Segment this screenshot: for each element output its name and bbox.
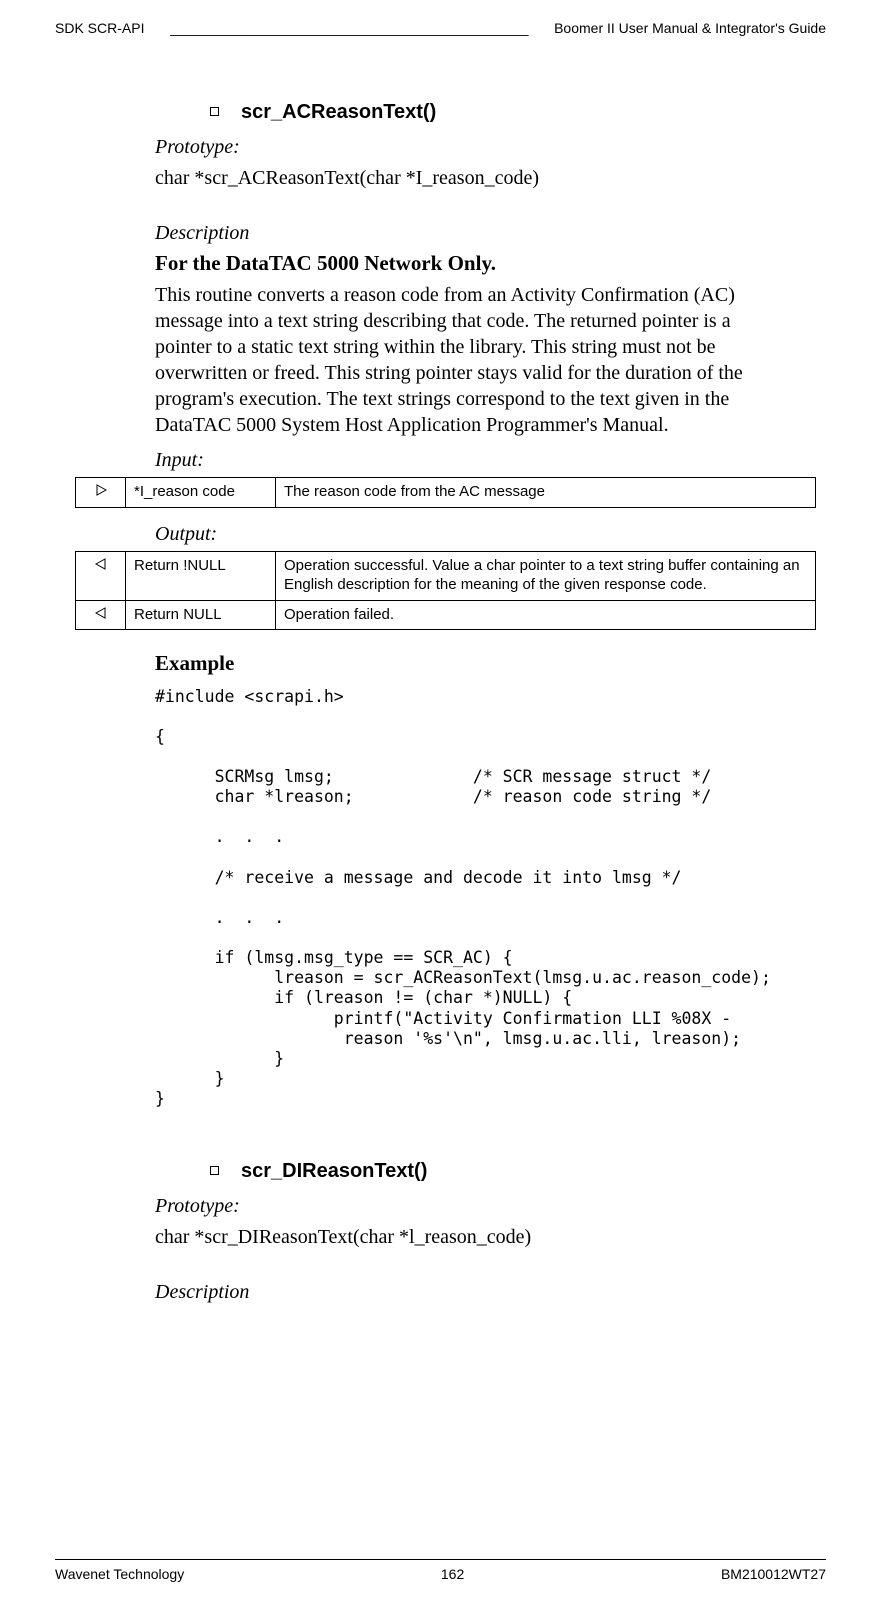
square-bullet-icon bbox=[210, 107, 219, 116]
page: SDK SCR-API Boomer II User Manual & Inte… bbox=[0, 0, 881, 1604]
section-heading-row: scr_DIReasonText() bbox=[210, 1159, 776, 1184]
table-row: Return NULL Operation failed. bbox=[76, 600, 816, 630]
prototype-text: char *scr_ACReasonText(char *I_reason_co… bbox=[155, 166, 776, 191]
param-name: Return NULL bbox=[126, 600, 276, 630]
footer-center: 162 bbox=[441, 1566, 464, 1582]
param-desc: The reason code from the AC message bbox=[276, 478, 816, 508]
description-label: Description bbox=[155, 1280, 776, 1305]
input-table: *I_reason code The reason code from the … bbox=[75, 477, 816, 508]
param-name: *I_reason code bbox=[126, 478, 276, 508]
page-header: SDK SCR-API Boomer II User Manual & Inte… bbox=[55, 20, 826, 36]
triangle-left-icon bbox=[95, 607, 107, 619]
header-divider bbox=[144, 20, 554, 36]
triangle-right-icon bbox=[95, 484, 107, 496]
footer-divider bbox=[55, 1559, 826, 1560]
arrow-cell bbox=[76, 478, 126, 508]
header-left: SDK SCR-API bbox=[55, 20, 144, 36]
prototype-label: Prototype: bbox=[155, 135, 776, 160]
arrow-cell bbox=[76, 552, 126, 601]
page-content: scr_ACReasonText() Prototype: char *scr_… bbox=[55, 40, 826, 1319]
table-row: *I_reason code The reason code from the … bbox=[76, 478, 816, 508]
code-example: #include <scrapi.h> { SCRMsg lmsg; /* SC… bbox=[155, 687, 816, 1110]
param-name: Return !NULL bbox=[126, 552, 276, 601]
footer-row: Wavenet Technology 162 BM210012WT27 bbox=[55, 1566, 826, 1582]
prototype-text: char *scr_DIReasonText(char *l_reason_co… bbox=[155, 1225, 776, 1250]
section-heading: scr_DIReasonText() bbox=[241, 1159, 427, 1184]
page-footer: Wavenet Technology 162 BM210012WT27 bbox=[0, 1559, 881, 1582]
param-desc: Operation successful. Value a char point… bbox=[276, 552, 816, 601]
footer-right: BM210012WT27 bbox=[721, 1566, 826, 1582]
section-heading-row: scr_ACReasonText() bbox=[210, 100, 776, 125]
description-bold-line: For the DataTAC 5000 Network Only. bbox=[155, 250, 776, 276]
input-label: Input: bbox=[155, 448, 776, 473]
description-body: This routine converts a reason code from… bbox=[155, 282, 776, 438]
prototype-label: Prototype: bbox=[155, 1194, 776, 1219]
output-table-wrap: Return !NULL Operation successful. Value… bbox=[75, 551, 816, 630]
footer-left: Wavenet Technology bbox=[55, 1566, 184, 1582]
description-label: Description bbox=[155, 221, 776, 246]
param-desc: Operation failed. bbox=[276, 600, 816, 630]
output-label: Output: bbox=[155, 522, 776, 547]
arrow-cell bbox=[76, 600, 126, 630]
header-right: Boomer II User Manual & Integrator's Gui… bbox=[554, 20, 826, 36]
input-table-wrap: *I_reason code The reason code from the … bbox=[75, 477, 816, 508]
output-table: Return !NULL Operation successful. Value… bbox=[75, 551, 816, 630]
square-bullet-icon bbox=[210, 1166, 219, 1175]
section-heading: scr_ACReasonText() bbox=[241, 100, 436, 125]
triangle-left-icon bbox=[95, 558, 107, 570]
table-row: Return !NULL Operation successful. Value… bbox=[76, 552, 816, 601]
example-label: Example bbox=[155, 650, 776, 676]
